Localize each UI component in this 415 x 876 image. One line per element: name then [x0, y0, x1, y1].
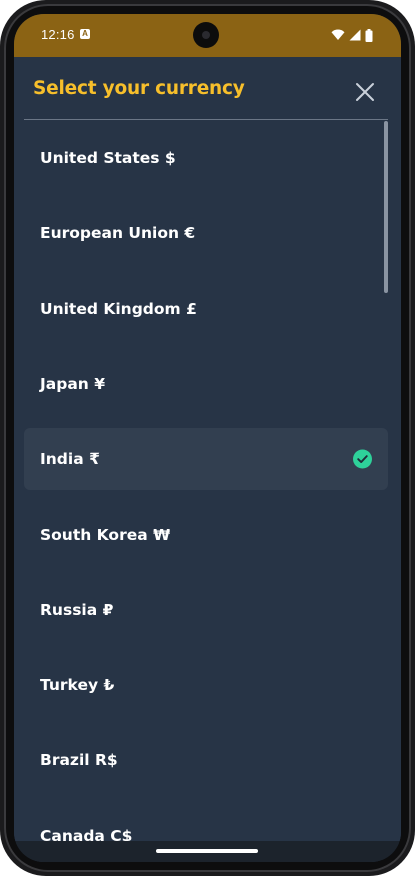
currency-item[interactable]: Russia ₽ — [24, 579, 388, 641]
scrollbar[interactable] — [384, 121, 388, 293]
phone-frame: 12:16 A Select your currency United Stat… — [0, 0, 415, 876]
sheet-title: Select your currency — [33, 78, 245, 99]
currency-item-selected[interactable]: India ₹ — [24, 428, 388, 491]
currency-sheet: Select your currency United States $ Euro… — [14, 57, 401, 841]
currency-item[interactable]: Brazil R$ — [24, 729, 388, 791]
currency-label: South Korea ₩ — [40, 525, 171, 544]
status-icons — [331, 27, 373, 43]
close-icon — [356, 83, 374, 101]
currency-item[interactable]: Japan ¥ — [24, 353, 388, 415]
check-circle-icon — [353, 449, 372, 469]
currency-item[interactable]: United Kingdom £ — [24, 278, 388, 340]
currency-item[interactable]: European Union € — [24, 202, 388, 264]
battery-icon — [365, 28, 373, 42]
signal-icon — [349, 29, 361, 41]
currency-label: Canada C$ — [40, 826, 133, 841]
currency-label: United Kingdom £ — [40, 299, 197, 318]
currency-label: Russia ₽ — [40, 600, 114, 619]
currency-item[interactable]: Turkey ₺ — [24, 654, 388, 716]
currency-label: United States $ — [40, 149, 176, 167]
status-time: 12:16 — [41, 27, 75, 42]
currency-label: European Union € — [40, 224, 196, 243]
front-camera — [193, 22, 219, 48]
currency-label: India ₹ — [40, 450, 100, 469]
screen: 12:16 A Select your currency United Stat… — [14, 14, 401, 862]
currency-list[interactable]: United States $ European Union € United Ki… — [14, 120, 401, 841]
currency-label: Japan ¥ — [40, 374, 105, 393]
currency-label: Brazil R$ — [40, 751, 118, 770]
sheet-header: Select your currency — [14, 57, 401, 120]
navigation-bar — [14, 841, 401, 862]
currency-item[interactable]: United States $ — [24, 127, 388, 189]
currency-item[interactable]: Canada C$ — [24, 805, 388, 841]
wifi-icon — [331, 29, 345, 40]
home-indicator[interactable] — [156, 849, 258, 853]
currency-label: Turkey ₺ — [40, 676, 115, 695]
close-button[interactable] — [352, 79, 378, 105]
status-bar: 12:16 A — [14, 14, 401, 57]
notification-icon: A — [80, 29, 90, 39]
currency-item[interactable]: South Korea ₩ — [24, 504, 388, 566]
